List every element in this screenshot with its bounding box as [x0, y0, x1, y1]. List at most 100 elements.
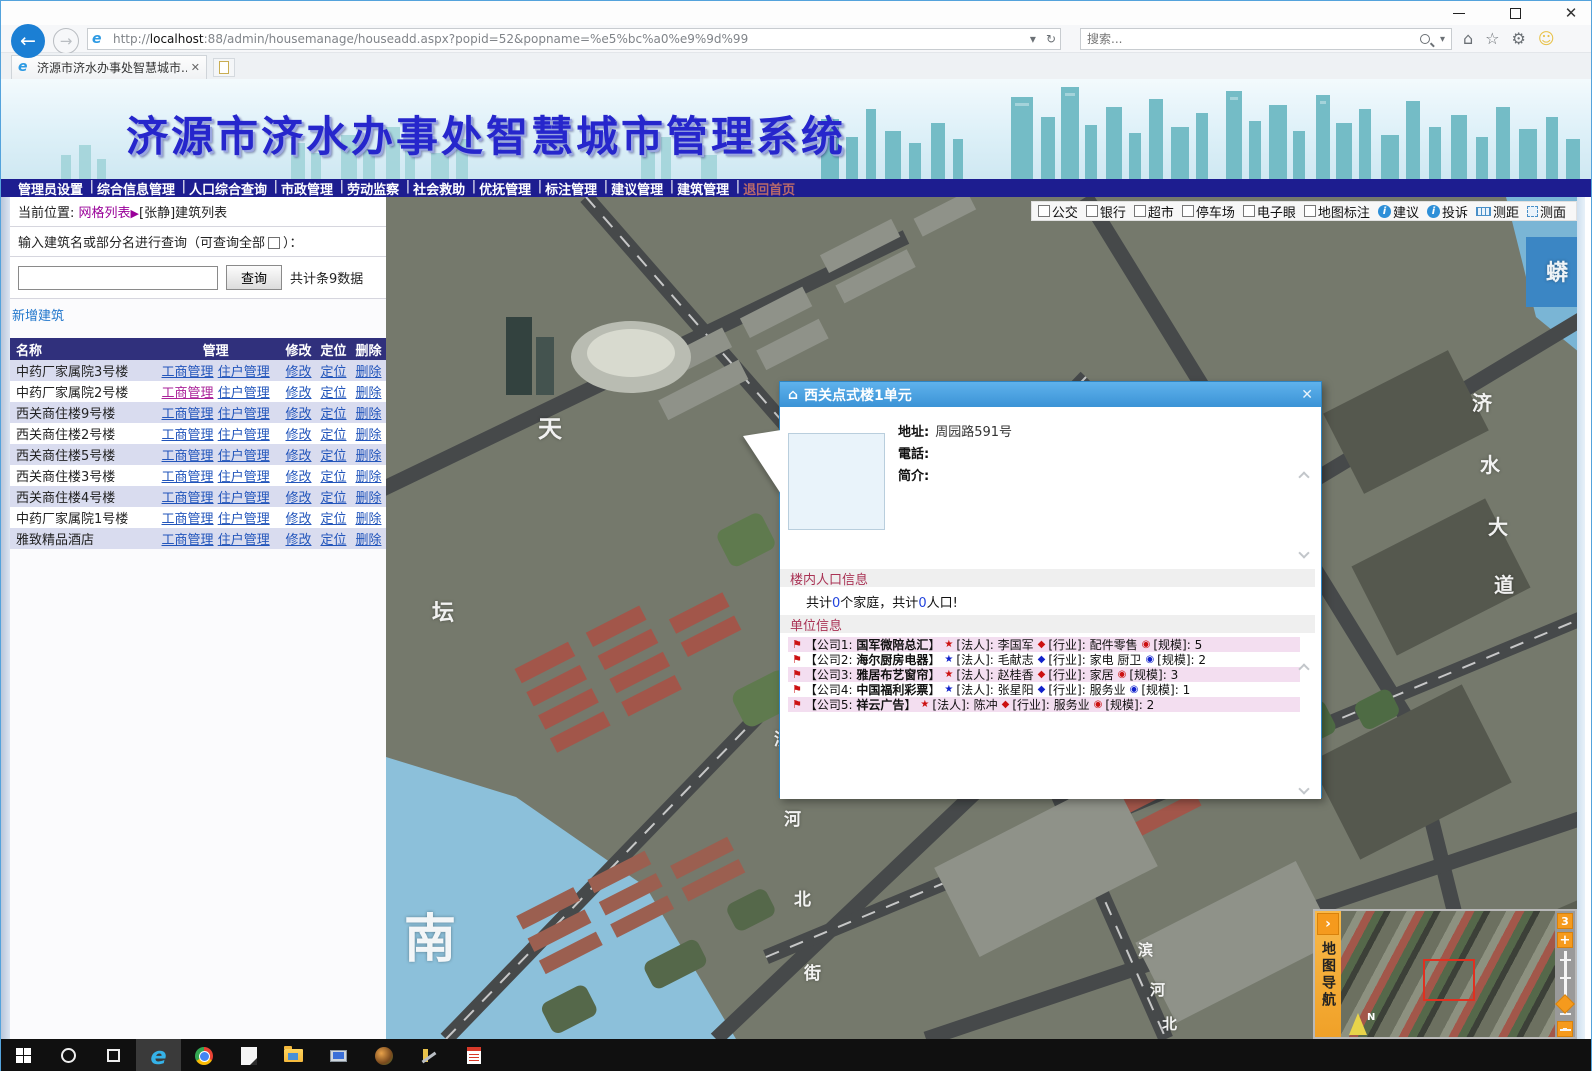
address-bar[interactable]: e http://localhost:88/admin/housemanage/…: [87, 28, 1061, 50]
nav-item-municipal[interactable]: 市政管理: [274, 179, 340, 198]
edit-link[interactable]: 修改: [285, 470, 311, 485]
resident-mgmt-link[interactable]: 住户管理: [218, 470, 270, 485]
resident-mgmt-link[interactable]: 住户管理: [218, 386, 270, 401]
scroll-up-icon[interactable]: [1298, 471, 1309, 482]
taskbar-document-button[interactable]: [451, 1039, 496, 1071]
minimap-viewport-rect[interactable]: [1423, 959, 1475, 1001]
settings-gear-icon[interactable]: ⚙: [1512, 29, 1526, 48]
locate-link[interactable]: 定位: [320, 512, 346, 527]
locate-link[interactable]: 定位: [320, 365, 346, 380]
delete-link[interactable]: 删除: [355, 407, 381, 422]
nav-item-labor[interactable]: 劳动监察: [340, 179, 406, 198]
measure-distance-tool[interactable]: 测距: [1476, 202, 1519, 221]
locate-link[interactable]: 定位: [320, 449, 346, 464]
taskbar-computer-button[interactable]: [316, 1039, 361, 1071]
window-maximize-button[interactable]: [1501, 3, 1529, 23]
scroll-down-icon[interactable]: [1298, 547, 1309, 558]
resident-mgmt-link[interactable]: 住户管理: [218, 512, 270, 527]
measure-area-tool[interactable]: 测面: [1527, 202, 1566, 221]
business-mgmt-link[interactable]: 工商管理: [162, 365, 214, 380]
url-dropdown-icon[interactable]: ▾: [1030, 32, 1036, 46]
nav-item-info-management[interactable]: 综合信息管理: [90, 179, 182, 198]
start-button[interactable]: [1, 1039, 46, 1071]
nav-item-annotation[interactable]: 标注管理: [538, 179, 604, 198]
edit-link[interactable]: 修改: [285, 449, 311, 464]
scroll-down-icon[interactable]: [1298, 783, 1309, 794]
locate-link[interactable]: 定位: [320, 407, 346, 422]
layer-checkbox-parking[interactable]: 停车场: [1182, 202, 1235, 221]
taskbar-ie-button[interactable]: e: [136, 1039, 181, 1071]
business-mgmt-link[interactable]: 工商管理: [162, 512, 214, 527]
zoom-slider-track[interactable]: [1564, 951, 1567, 1015]
taskbar-media-button[interactable]: [361, 1039, 406, 1071]
search-icon[interactable]: [1420, 34, 1430, 44]
business-mgmt-link[interactable]: 工商管理: [162, 470, 214, 485]
checkbox-icon[interactable]: [1243, 205, 1255, 217]
delete-link[interactable]: 删除: [355, 428, 381, 443]
query-button[interactable]: 查询: [226, 265, 282, 290]
business-mgmt-link[interactable]: 工商管理: [162, 407, 214, 422]
nav-item-veteran-care[interactable]: 优抚管理: [472, 179, 538, 198]
checkbox-icon[interactable]: [1304, 205, 1316, 217]
layer-checkbox-supermarket[interactable]: 超市: [1134, 202, 1174, 221]
minimap-thumbnail[interactable]: N: [1341, 911, 1555, 1037]
nav-item-social-aid[interactable]: 社会救助: [406, 179, 472, 198]
nav-item-building[interactable]: 建筑管理: [670, 179, 736, 198]
forward-button[interactable]: →: [53, 28, 79, 54]
locate-link[interactable]: 定位: [320, 428, 346, 443]
taskbar-explorer-button[interactable]: [271, 1039, 316, 1071]
delete-link[interactable]: 删除: [355, 512, 381, 527]
nav-item-back-home[interactable]: 退回首页: [736, 179, 802, 198]
suggest-tool[interactable]: i建议: [1378, 202, 1419, 221]
add-building-link[interactable]: 新增建筑: [12, 309, 64, 324]
taskbar-cad-button[interactable]: [406, 1039, 451, 1071]
layer-checkbox-annotation[interactable]: 地图标注: [1304, 202, 1370, 221]
resident-mgmt-link[interactable]: 住户管理: [218, 449, 270, 464]
business-mgmt-link[interactable]: 工商管理: [162, 449, 214, 464]
resident-mgmt-link[interactable]: 住户管理: [218, 491, 270, 506]
city-map-3d[interactable]: 天 坛 南 滨 河 北 街 滨 河 北 济 水 大 道 蟒 公交 银行 超市 停…: [386, 197, 1585, 1039]
search-input[interactable]: [1087, 32, 1420, 46]
window-minimize-button[interactable]: [1445, 3, 1473, 23]
back-button[interactable]: ←: [11, 24, 45, 58]
checkbox-icon[interactable]: [1086, 205, 1098, 217]
nav-item-admin-settings[interactable]: 管理员设置: [11, 179, 90, 198]
business-mgmt-link[interactable]: 工商管理: [162, 386, 214, 401]
window-close-button[interactable]: ✕: [1557, 3, 1585, 23]
query-all-checkbox[interactable]: [268, 237, 280, 249]
edit-link[interactable]: 修改: [285, 428, 311, 443]
layer-checkbox-bank[interactable]: 银行: [1086, 202, 1126, 221]
checkbox-icon[interactable]: [1038, 205, 1050, 217]
cortana-button[interactable]: [46, 1039, 91, 1071]
checkbox-icon[interactable]: [1134, 205, 1146, 217]
task-view-button[interactable]: [91, 1039, 136, 1071]
zoom-in-button[interactable]: +: [1557, 932, 1573, 948]
edit-link[interactable]: 修改: [285, 365, 311, 380]
search-bar[interactable]: ▾: [1080, 28, 1452, 50]
edit-link[interactable]: 修改: [285, 407, 311, 422]
locate-link[interactable]: 定位: [320, 386, 346, 401]
resident-mgmt-link[interactable]: 住户管理: [218, 407, 270, 422]
scroll-up-icon[interactable]: [1298, 663, 1309, 674]
tab-close-icon[interactable]: ✕: [191, 61, 200, 74]
company-list-scrollbar[interactable]: [1297, 665, 1311, 793]
home-icon[interactable]: ⌂: [1463, 29, 1473, 48]
business-mgmt-link[interactable]: 工商管理: [162, 533, 214, 548]
locate-link[interactable]: 定位: [320, 533, 346, 548]
taskbar-editor-button[interactable]: [226, 1039, 271, 1071]
delete-link[interactable]: 删除: [355, 533, 381, 548]
new-tab-button[interactable]: [213, 58, 235, 77]
business-mgmt-link[interactable]: 工商管理: [162, 491, 214, 506]
delete-link[interactable]: 删除: [355, 386, 381, 401]
edit-link[interactable]: 修改: [285, 491, 311, 506]
delete-link[interactable]: 删除: [355, 491, 381, 506]
nav-item-suggestion[interactable]: 建议管理: [604, 179, 670, 198]
zoom-slider-knob[interactable]: [1555, 994, 1575, 1014]
delete-link[interactable]: 删除: [355, 470, 381, 485]
intro-scrollbar[interactable]: [1297, 473, 1311, 557]
locate-link[interactable]: 定位: [320, 470, 346, 485]
popup-close-icon[interactable]: ✕: [1301, 387, 1313, 403]
breadcrumb-grid-link[interactable]: 网格列表: [79, 206, 131, 221]
resident-mgmt-link[interactable]: 住户管理: [218, 533, 270, 548]
building-name-input[interactable]: [18, 266, 218, 290]
